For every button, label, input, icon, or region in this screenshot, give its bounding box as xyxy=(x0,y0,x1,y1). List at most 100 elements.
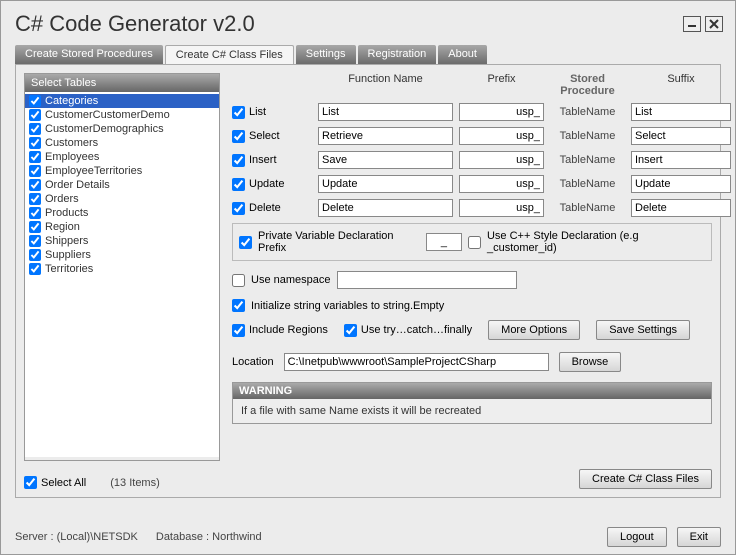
prefix-input[interactable] xyxy=(459,103,544,121)
table-checkbox[interactable] xyxy=(29,235,41,247)
init-string-label: Initialize string variables to string.Em… xyxy=(251,300,444,312)
suffix-input[interactable] xyxy=(631,199,731,217)
right-pane: Function Name Prefix Stored Procedure Su… xyxy=(232,73,712,424)
table-checkbox[interactable] xyxy=(29,95,41,107)
status-left: Server : (Local)\NETSDK Database : North… xyxy=(15,531,262,543)
prefix-input[interactable] xyxy=(459,175,544,193)
prefix-input[interactable] xyxy=(459,199,544,217)
table-row[interactable]: Order Details xyxy=(25,178,219,192)
table-row[interactable]: CustomerDemographics xyxy=(25,122,219,136)
col-stored-procedure: Stored Procedure xyxy=(550,73,625,97)
init-string-checkbox[interactable] xyxy=(232,299,245,312)
func-checkbox[interactable] xyxy=(232,178,245,191)
exit-button[interactable]: Exit xyxy=(677,527,721,547)
func-checkbox[interactable] xyxy=(232,130,245,143)
tables-list[interactable]: CategoriesCustomerCustomerDemoCustomerDe… xyxy=(25,92,219,457)
table-checkbox[interactable] xyxy=(29,207,41,219)
func-checkbox[interactable] xyxy=(232,154,245,167)
tab-bar: Create Stored Procedures Create C# Class… xyxy=(1,45,735,64)
namespace-input[interactable] xyxy=(337,271,517,289)
status-database: Database : Northwind xyxy=(156,531,262,543)
minimize-button[interactable] xyxy=(683,16,701,32)
table-row[interactable]: Categories xyxy=(25,94,219,108)
logout-button[interactable]: Logout xyxy=(607,527,667,547)
func-name-input[interactable] xyxy=(318,127,453,145)
more-options-button[interactable]: More Options xyxy=(488,320,580,340)
create-class-files-button[interactable]: Create C# Class Files xyxy=(579,469,712,489)
func-name-input[interactable] xyxy=(318,175,453,193)
suffix-input[interactable] xyxy=(631,127,731,145)
func-label: Select xyxy=(249,130,280,142)
tablename-label: TableName xyxy=(550,178,625,190)
tab-about[interactable]: About xyxy=(438,45,487,64)
location-label: Location xyxy=(232,356,274,368)
table-name: Territories xyxy=(45,263,93,275)
table-name: Employees xyxy=(45,151,99,163)
table-row[interactable]: Orders xyxy=(25,192,219,206)
func-name-input[interactable] xyxy=(318,103,453,121)
table-name: CustomerCustomerDemo xyxy=(45,109,170,121)
suffix-input[interactable] xyxy=(631,151,731,169)
pv-label: Private Variable Declaration Prefix xyxy=(258,230,420,254)
table-checkbox[interactable] xyxy=(29,179,41,191)
tab-stored-procedures[interactable]: Create Stored Procedures xyxy=(15,45,163,64)
trycatch-checkbox[interactable] xyxy=(344,324,357,337)
include-regions-checkbox[interactable] xyxy=(232,324,245,337)
browse-button[interactable]: Browse xyxy=(559,352,622,372)
status-server: Server : (Local)\NETSDK xyxy=(15,531,138,543)
item-count: (13 Items) xyxy=(110,477,160,489)
func-checkbox[interactable] xyxy=(232,202,245,215)
table-row[interactable]: Region xyxy=(25,220,219,234)
namespace-label: Use namespace xyxy=(251,274,331,286)
func-name-input[interactable] xyxy=(318,199,453,217)
warning-header: WARNING xyxy=(233,383,711,399)
table-checkbox[interactable] xyxy=(29,263,41,275)
table-name: Orders xyxy=(45,193,79,205)
table-row[interactable]: Territories xyxy=(25,262,219,276)
select-all-checkbox[interactable] xyxy=(24,476,37,489)
table-row[interactable]: Suppliers xyxy=(25,248,219,262)
tab-settings[interactable]: Settings xyxy=(296,45,356,64)
func-name-input[interactable] xyxy=(318,151,453,169)
table-checkbox[interactable] xyxy=(29,123,41,135)
table-row[interactable]: CustomerCustomerDemo xyxy=(25,108,219,122)
warning-text: If a file with same Name exists it will … xyxy=(233,399,711,423)
table-checkbox[interactable] xyxy=(29,109,41,121)
tab-registration[interactable]: Registration xyxy=(358,45,437,64)
cpp-style-checkbox[interactable] xyxy=(468,236,481,249)
table-checkbox[interactable] xyxy=(29,165,41,177)
main-window: C# Code Generator v2.0 Create Stored Pro… xyxy=(0,0,736,555)
window-controls xyxy=(683,16,723,32)
func-checkbox[interactable] xyxy=(232,106,245,119)
tab-csharp-class-files[interactable]: Create C# Class Files xyxy=(165,45,294,64)
main-panel: Select Tables CategoriesCustomerCustomer… xyxy=(15,64,721,498)
close-button[interactable] xyxy=(705,16,723,32)
table-row[interactable]: Products xyxy=(25,206,219,220)
pv-checkbox[interactable] xyxy=(239,236,252,249)
tablename-label: TableName xyxy=(550,106,625,118)
table-checkbox[interactable] xyxy=(29,151,41,163)
table-checkbox[interactable] xyxy=(29,221,41,233)
suffix-input[interactable] xyxy=(631,103,731,121)
table-row[interactable]: EmployeeTerritories xyxy=(25,164,219,178)
prefix-input[interactable] xyxy=(459,151,544,169)
table-checkbox[interactable] xyxy=(29,193,41,205)
table-row[interactable]: Shippers xyxy=(25,234,219,248)
col-function-name: Function Name xyxy=(318,73,453,97)
tables-group: Select Tables CategoriesCustomerCustomer… xyxy=(24,73,220,461)
trycatch-label: Use try…catch…finally xyxy=(361,324,472,336)
col-prefix: Prefix xyxy=(459,73,544,97)
prefix-input[interactable] xyxy=(459,127,544,145)
namespace-checkbox[interactable] xyxy=(232,274,245,287)
status-bar: Server : (Local)\NETSDK Database : North… xyxy=(1,520,735,554)
location-input[interactable] xyxy=(284,353,549,371)
pv-prefix-input[interactable] xyxy=(426,233,462,251)
table-checkbox[interactable] xyxy=(29,249,41,261)
tables-header: Select Tables xyxy=(25,74,219,92)
suffix-input[interactable] xyxy=(631,175,731,193)
table-checkbox[interactable] xyxy=(29,137,41,149)
table-name: Products xyxy=(45,207,88,219)
table-row[interactable]: Employees xyxy=(25,150,219,164)
table-row[interactable]: Customers xyxy=(25,136,219,150)
save-settings-button[interactable]: Save Settings xyxy=(596,320,690,340)
